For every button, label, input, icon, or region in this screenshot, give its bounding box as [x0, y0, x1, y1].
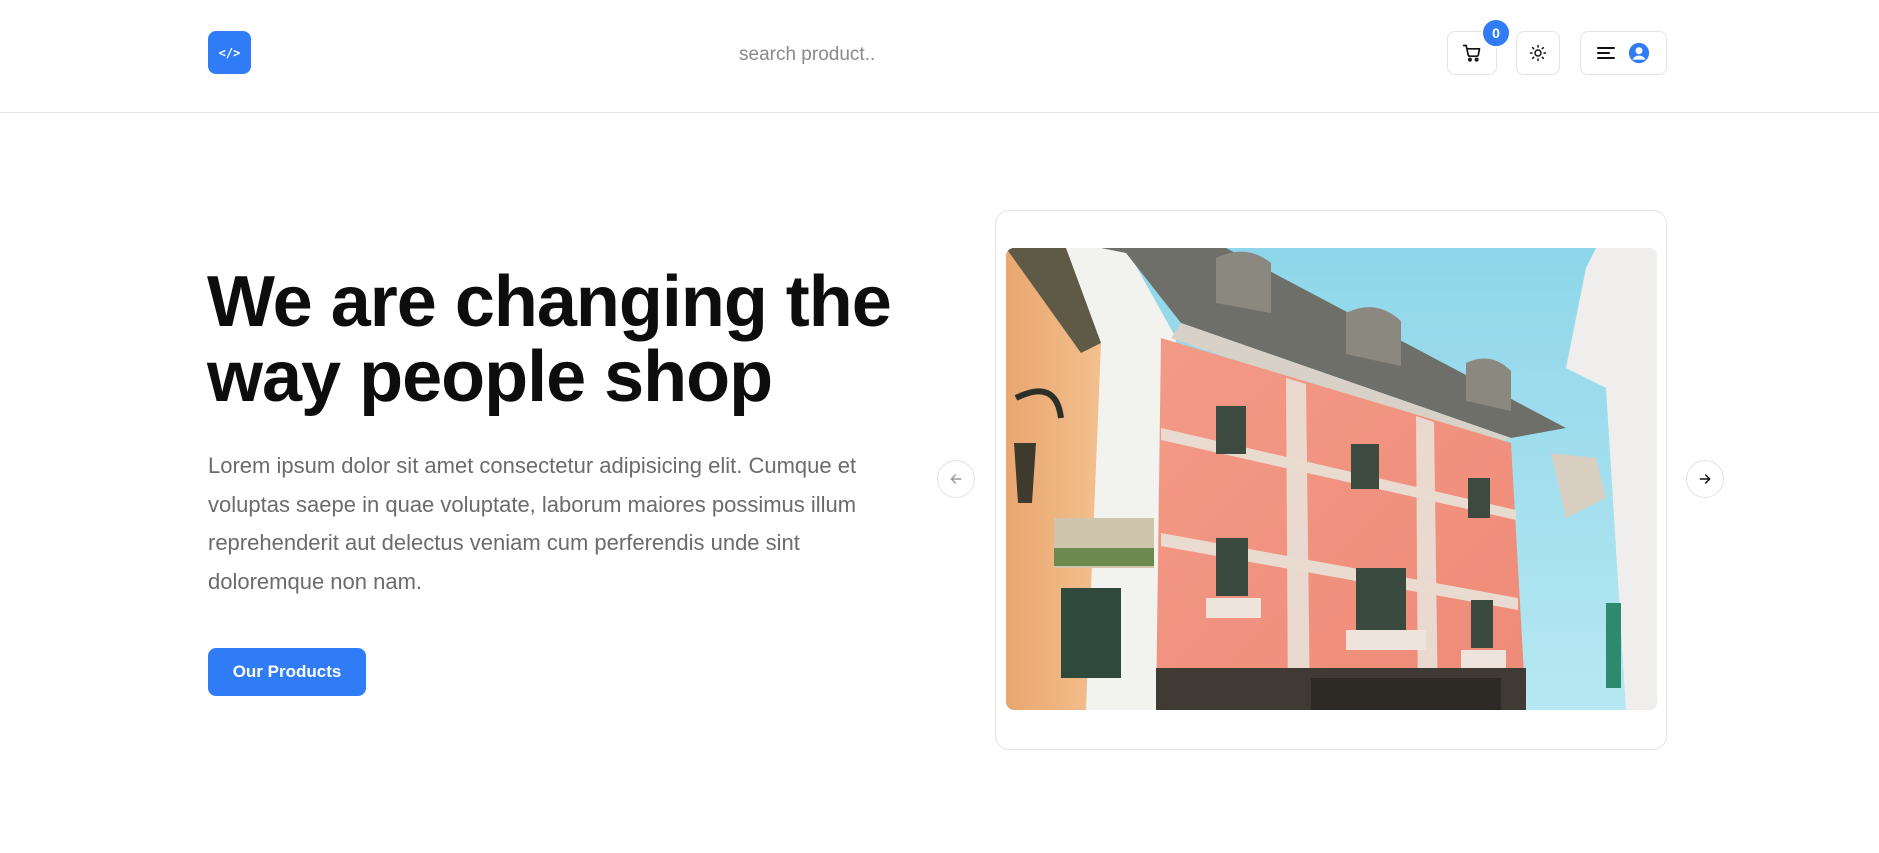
- carousel-next-button[interactable]: [1686, 460, 1724, 498]
- logo-button[interactable]: </>: [208, 31, 251, 74]
- sun-icon: [1529, 44, 1547, 62]
- account-menu-button[interactable]: [1580, 31, 1667, 75]
- hero-title-line-1: We are changing the: [207, 262, 892, 342]
- code-icon: </>: [218, 45, 241, 60]
- menu-icon: [1597, 47, 1616, 59]
- arrow-left-icon: [950, 474, 962, 484]
- arrow-right-icon: [1699, 474, 1711, 484]
- carousel-prev-button[interactable]: [937, 460, 975, 498]
- cart-icon: [1462, 44, 1481, 62]
- search-input[interactable]: [739, 42, 1059, 68]
- hero-title-line-2: way people shop: [207, 337, 773, 417]
- site-header: </> 0: [0, 0, 1879, 113]
- pink-building-photo: [1006, 248, 1657, 710]
- hero-title: We are changing the way people shop: [207, 265, 927, 415]
- theme-toggle-button[interactable]: [1516, 31, 1560, 75]
- carousel-image: [1006, 248, 1657, 710]
- hero-description: Lorem ipsum dolor sit amet consectetur a…: [208, 453, 857, 594]
- cart-count-badge: 0: [1481, 18, 1511, 48]
- user-icon: [1628, 42, 1649, 64]
- our-products-button[interactable]: Our Products: [208, 648, 366, 696]
